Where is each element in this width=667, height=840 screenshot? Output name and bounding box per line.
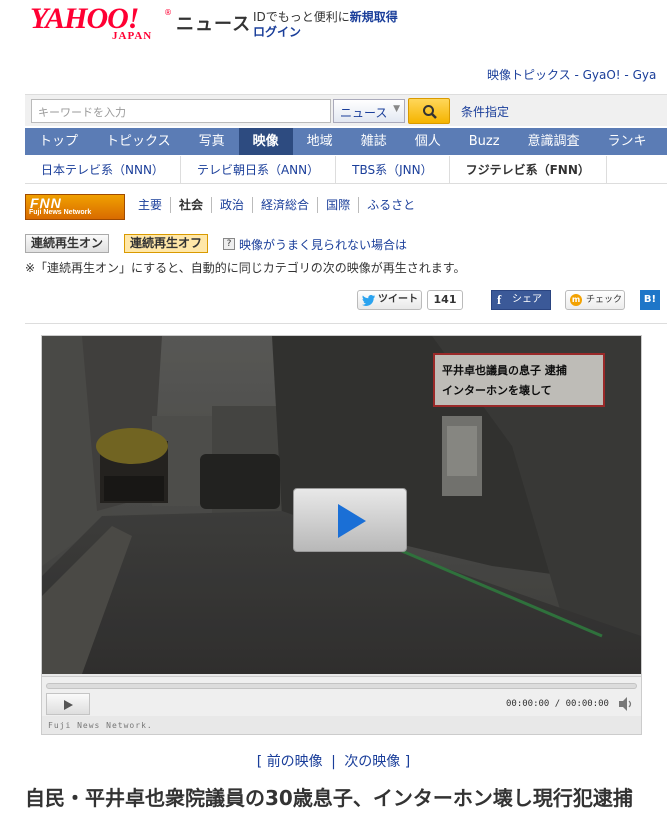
prev-video-link[interactable]: 前の映像 [267, 754, 323, 770]
network-tab[interactable]: TBS系（JNN） [336, 156, 450, 183]
fnn-category-item[interactable]: 政治 [212, 197, 254, 213]
video-pager: [ 前の映像 | 次の映像 ] [0, 751, 667, 771]
fnn-category-item[interactable]: 主要 [130, 197, 172, 213]
registered-mark: ® [164, 8, 172, 17]
pager-separator: | [331, 754, 336, 770]
network-tab-active[interactable]: フジテレビ系（FNN） [450, 156, 607, 183]
article-title: 自民・平井卓也衆院議員の30歳息子、インターホン壊し現行犯逮捕 [25, 786, 633, 810]
autoplay-note: ※「連続再生オン」にすると、自動的に同じカテゴリの次の映像が再生されます。 [25, 261, 466, 275]
search-button[interactable] [408, 98, 450, 124]
network-tab[interactable]: 日本テレビ系（NNN） [25, 156, 181, 183]
fnn-logo-subtext: Fuji News Network [29, 209, 92, 216]
main-nav: トップ トピックス 写真 映像 地域 雑誌 個人 Buzz 意識調査 ランキ [25, 128, 667, 155]
fnn-category-item[interactable]: 国際 [318, 197, 360, 213]
login-link[interactable]: ログイン [253, 23, 301, 40]
next-video-link[interactable]: 次の映像 [344, 754, 400, 770]
time-display: 00:00:00 / 00:00:00 [506, 699, 609, 709]
search-icon [423, 105, 437, 119]
search-input[interactable]: キーワードを入力 [31, 99, 331, 123]
video-topics-link[interactable]: 映像トピックス - GyaO! - Gya [487, 66, 656, 83]
tweet-label: ツイート [378, 294, 418, 305]
main-nav-item[interactable]: 個人 [401, 128, 455, 155]
hatena-bookmark-button[interactable]: B! [640, 290, 660, 310]
main-nav-item[interactable]: Buzz [455, 128, 514, 155]
fnn-category-item-active[interactable]: 社会 [171, 197, 213, 213]
main-nav-item[interactable]: トピックス [92, 128, 185, 155]
search-category-value: ニュース [340, 106, 388, 120]
id-message-text: IDでもっと便利に [253, 10, 350, 24]
tweet-button[interactable]: ツイート [357, 290, 422, 310]
player-credit: Fuji News Network. [48, 721, 153, 730]
signup-link[interactable]: 新規取得 [350, 10, 398, 24]
mixi-icon: m [570, 294, 582, 306]
yahoo-japan-logo[interactable]: YAHOO! JAPAN ® [30, 4, 172, 46]
volume-button[interactable] [612, 693, 638, 715]
network-nav: 日本テレビ系（NNN） テレビ朝日系（ANN） TBS系（JNN） フジテレビ系… [25, 156, 667, 184]
play-icon [338, 504, 366, 538]
twitter-bird-icon [362, 295, 375, 306]
section-title[interactable]: ニュース [176, 10, 251, 36]
video-frame[interactable]: 平井卓也議員の息子 逮捕 インターホンを壊して [42, 336, 641, 674]
pager-bracket-close: ] [404, 754, 411, 770]
main-nav-item[interactable]: トップ [25, 128, 92, 155]
facebook-icon: f [497, 292, 502, 307]
facebook-share-button[interactable]: f シェア [491, 290, 551, 310]
main-nav-item[interactable]: 意識調査 [514, 128, 594, 155]
header: YAHOO! JAPAN ® ニュース IDでもっと便利に新規取得 ログイン [0, 0, 667, 60]
mixi-check-button[interactable]: m チェック [565, 290, 625, 310]
tweet-count: 141 [427, 290, 463, 310]
main-nav-item[interactable]: 写真 [185, 128, 239, 155]
search-category-select[interactable]: ニュース ▼ [333, 99, 405, 123]
seek-bar[interactable] [46, 683, 637, 689]
fnn-category-nav: 主要 社会 政治 経済総合 国際 ふるさと [130, 197, 423, 213]
autoplay-on-button[interactable]: 連続再生オン [25, 234, 110, 253]
pager-bracket-open: [ [256, 754, 267, 770]
search-bar: キーワードを入力 ニュース ▼ 条件指定 [25, 94, 667, 126]
help-icon: ? [223, 238, 235, 250]
fnn-logo[interactable]: FNN Fuji News Network [25, 194, 125, 220]
divider [25, 323, 667, 324]
network-tab[interactable]: テレビ朝日系（ANN） [181, 156, 337, 183]
main-nav-item-active[interactable]: 映像 [238, 128, 293, 155]
main-nav-item[interactable]: ランキ [594, 128, 661, 155]
facebook-share-label: シェア [512, 294, 542, 305]
play-icon [64, 700, 73, 710]
video-player: 平井卓也議員の息子 逮捕 インターホンを壊して 00:00:00 / 00:00… [41, 335, 642, 735]
autoplay-off-button[interactable]: 連続再生オフ [124, 234, 209, 253]
player-controls: 00:00:00 / 00:00:00 [42, 676, 641, 716]
logo-sub: JAPAN [112, 30, 153, 42]
mixi-check-label: チェック [586, 295, 623, 305]
control-play-button[interactable] [46, 693, 90, 715]
main-nav-item[interactable]: 雑誌 [347, 128, 401, 155]
fnn-category-item[interactable]: 経済総合 [253, 197, 319, 213]
advanced-search-link[interactable]: 条件指定 [461, 103, 509, 120]
fnn-category-item[interactable]: ふるさと [359, 197, 423, 213]
playback-help-link[interactable]: 映像がうまく見られない場合は [239, 236, 407, 253]
speaker-icon [619, 697, 632, 711]
main-nav-item[interactable]: 地域 [293, 128, 347, 155]
chevron-down-icon: ▼ [393, 104, 400, 114]
play-button[interactable] [293, 488, 407, 552]
